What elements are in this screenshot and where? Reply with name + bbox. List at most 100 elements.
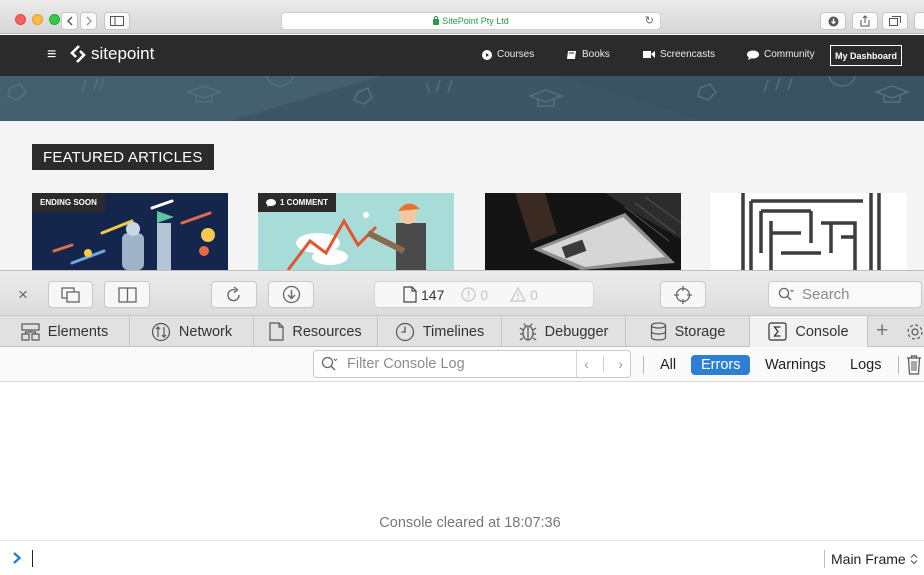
inspector-search-input[interactable]: Search	[768, 281, 922, 308]
nav-label: Books	[582, 49, 610, 60]
reload-page-button[interactable]	[211, 281, 257, 308]
ending-soon-badge: ENDING SOON	[32, 193, 105, 212]
article-maze-image	[711, 193, 907, 270]
inspect-element-button[interactable]	[660, 281, 706, 308]
execution-context-selector[interactable]: Main Frame	[824, 550, 918, 568]
tabs-icon	[889, 16, 901, 26]
featured-section: FEATURED ARTICLES ENDING SOON 1 COMMENT	[0, 121, 924, 270]
share-button[interactable]	[852, 12, 878, 30]
frame-selector-label: Main Frame	[831, 551, 906, 567]
warning-count[interactable]: 0	[510, 287, 538, 303]
console-prompt[interactable]: Main Frame	[0, 540, 924, 575]
reload-icon	[227, 285, 240, 301]
back-button[interactable]	[61, 12, 78, 30]
downloads-button[interactable]	[820, 12, 846, 30]
tab-label: Debugger	[544, 323, 609, 340]
error-count-label: 0	[480, 286, 489, 303]
my-dashboard-button[interactable]: My Dashboard	[830, 45, 902, 66]
tab-network[interactable]: Network	[130, 316, 254, 347]
prompt-chevron-icon	[13, 552, 22, 564]
console-messages[interactable]: Console cleared at 18:07:36	[0, 382, 924, 540]
error-count[interactable]: 0	[461, 287, 488, 303]
undock-icon	[61, 286, 80, 303]
dock-side-icon	[117, 286, 137, 303]
scope-logs-button[interactable]: Logs	[850, 355, 881, 375]
detach-inspector-button[interactable]	[48, 281, 93, 308]
new-tab-button[interactable]	[914, 12, 924, 30]
resource-count-label: 147	[421, 286, 445, 303]
console-icon	[768, 322, 787, 341]
nav-link-screencasts[interactable]: Screencasts	[643, 49, 715, 60]
gear-icon[interactable]	[906, 323, 924, 341]
resource-count[interactable]: 147	[403, 286, 444, 303]
chevron-right-icon	[86, 16, 92, 26]
chat-bubble-icon	[266, 198, 276, 207]
scope-all-button[interactable]: All	[660, 355, 676, 375]
warning-icon	[510, 287, 527, 302]
lock-icon	[433, 16, 440, 25]
sidebar-toggle-button[interactable]	[104, 12, 130, 30]
scope-warnings-button[interactable]: Warnings	[765, 355, 826, 375]
add-tab-plus-icon[interactable]: +	[876, 319, 888, 343]
divider	[643, 356, 644, 374]
address-bar[interactable]: SitePoint Pty Ltd ↻	[281, 12, 661, 30]
network-icon	[151, 322, 171, 341]
tabs-overview-button[interactable]	[882, 12, 908, 30]
download-circle-icon	[282, 285, 300, 304]
console-cleared-message: Console cleared at 18:07:36	[379, 515, 561, 531]
forward-button[interactable]	[80, 12, 97, 30]
filter-navigation: ‹ ›	[576, 351, 630, 377]
scope-errors-button[interactable]: Errors	[691, 355, 751, 375]
tab-debugger[interactable]: Debugger	[502, 316, 626, 347]
bug-icon	[519, 322, 536, 341]
banner-pattern-image	[0, 76, 924, 121]
nav-label: Community	[764, 49, 815, 60]
download-archive-button[interactable]	[268, 281, 314, 308]
close-inspector-icon[interactable]: ×	[18, 285, 28, 305]
minimize-window-button[interactable]	[32, 14, 43, 25]
article-card[interactable]	[711, 193, 907, 270]
database-icon	[650, 322, 666, 341]
filter-placeholder: Filter Console Log	[347, 356, 465, 372]
divider	[898, 356, 899, 374]
zoom-window-button[interactable]	[49, 14, 60, 25]
article-card[interactable]: 1 COMMENT	[258, 193, 454, 270]
tab-label: Network	[178, 323, 233, 340]
search-placeholder: Search	[802, 286, 850, 303]
console-filter-bar: Filter Console Log ‹ › All Errors Warnin…	[0, 347, 924, 382]
share-icon	[860, 15, 870, 27]
trash-icon[interactable]	[906, 355, 922, 375]
tab-elements[interactable]: Elements	[0, 316, 130, 347]
warning-count-label: 0	[530, 286, 538, 303]
clock-icon	[395, 322, 414, 341]
sitepoint-logo[interactable]: sitepoint	[70, 44, 154, 64]
comment-count-label: 1 COMMENT	[280, 198, 328, 207]
nav-link-community[interactable]: Community	[747, 49, 815, 60]
tab-timelines[interactable]: Timelines	[378, 316, 502, 347]
tab-label: Storage	[674, 323, 726, 340]
tab-label: Elements	[47, 323, 109, 340]
download-icon	[828, 16, 838, 26]
dock-side-button[interactable]	[104, 281, 150, 308]
document-icon	[269, 322, 284, 341]
hamburger-menu-icon[interactable]: ≡	[47, 46, 56, 64]
comment-count-badge: 1 COMMENT	[258, 193, 336, 212]
reload-icon[interactable]: ↻	[645, 14, 654, 27]
site-navbar: ≡ sitepoint Courses Books Screencasts Co…	[0, 35, 924, 76]
nav-label: Courses	[497, 49, 535, 60]
nav-link-books[interactable]: Books	[566, 49, 610, 60]
close-window-button[interactable]	[15, 14, 26, 25]
filter-console-input[interactable]: Filter Console Log ‹ ›	[313, 350, 631, 378]
next-match-icon[interactable]: ›	[618, 356, 623, 372]
article-card[interactable]	[485, 193, 681, 270]
text-caret	[32, 550, 33, 567]
article-card[interactable]: ENDING SOON	[32, 193, 228, 270]
tab-console[interactable]: Console	[750, 316, 868, 347]
play-circle-icon	[482, 49, 492, 60]
previous-match-icon[interactable]: ‹	[584, 356, 589, 372]
nav-link-courses[interactable]: Courses	[482, 49, 534, 60]
tab-storage[interactable]: Storage	[626, 316, 750, 347]
tab-label: Resources	[292, 323, 362, 340]
tab-resources[interactable]: Resources	[254, 316, 378, 347]
document-icon	[403, 286, 417, 303]
